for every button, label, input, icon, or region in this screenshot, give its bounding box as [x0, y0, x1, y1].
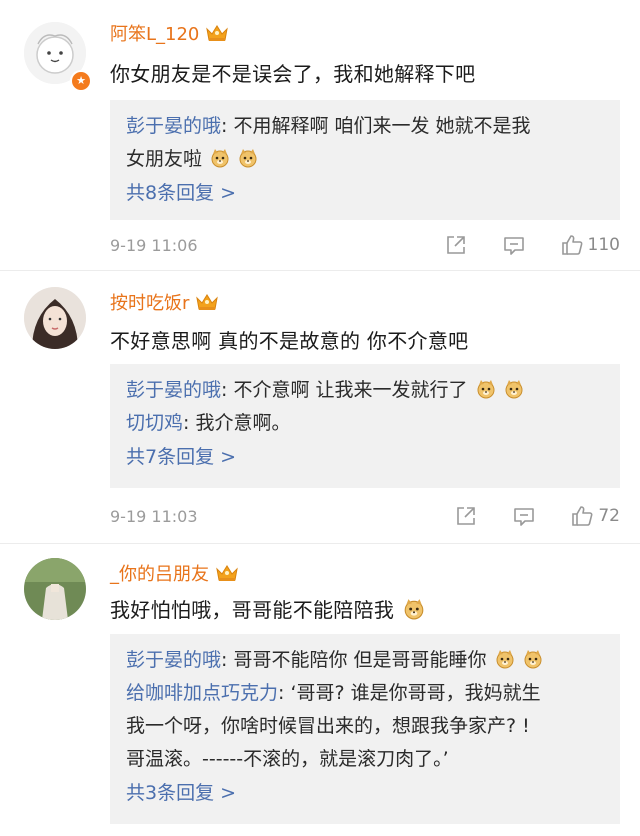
avatar[interactable] [24, 287, 86, 349]
username-text[interactable]: 按时吃饭r [110, 289, 189, 315]
doge-emoji-icon [210, 148, 230, 168]
comment-item: ★ 阿笨L_120 你女朋友是不是误会了，我和她解释下吧 彭于晏的哦: 不用解释… [0, 0, 640, 270]
reply-username[interactable]: 彭于晏的哦 [126, 379, 221, 401]
vip-crown-icon [215, 563, 239, 583]
comment-item: _你的吕朋友 我好怕怕哦，哥哥能不能陪陪我 彭于晏的哦: 哥哥不能陪你 但是哥哥… [0, 544, 640, 836]
reply-line: 给咖啡加点巧克力: ‘哥哥? 谁是你哥哥，我妈就生 [126, 682, 541, 704]
reply-text: 哥温滚。------不滚的，就是滚刀肉了。’ [126, 748, 449, 770]
like-button[interactable]: 110 [560, 233, 620, 257]
reply-line: 女朋友啦 [126, 143, 604, 176]
comment-text: 你女朋友是不是误会了，我和她解释下吧 [110, 62, 476, 86]
doge-emoji-icon [403, 598, 425, 620]
timestamp: 9-19 11:03 [110, 506, 198, 526]
comment-text: 不好意思啊 真的不是故意的 你不介意吧 [110, 329, 469, 353]
comment-text: 我好怕怕哦，哥哥能不能陪陪我 [110, 594, 630, 623]
reply-username[interactable]: 彭于晏的哦 [126, 649, 221, 671]
more-replies-link[interactable]: 共8条回复 > [126, 176, 604, 210]
more-replies-link[interactable]: 共3条回复 > [126, 776, 604, 810]
reply-username[interactable]: 给咖啡加点巧克力 [126, 682, 278, 704]
timestamp: 9-19 11:06 [110, 235, 198, 255]
comment-item: 按时吃饭r 不好意思啊 真的不是故意的 你不介意吧 彭于晏的哦: 不介意啊 让我… [0, 271, 640, 543]
comment-icon [502, 233, 526, 257]
reply-line: 彭于晏的哦: 不介意啊 让我来一发就行了 [126, 374, 604, 407]
vip-crown-icon [195, 292, 219, 312]
reply-username[interactable]: 彭于晏的哦 [126, 115, 221, 137]
comment-meta: 9-19 11:06 110 [110, 233, 620, 257]
reply-username[interactable]: 切切鸡 [126, 412, 183, 434]
thumb-up-icon [570, 504, 594, 528]
reply-line: 我一个呀，你啥时候冒出来的，想跟我争家产? ! [126, 710, 604, 743]
share-button[interactable] [444, 233, 468, 257]
reply-text: ‘哥哥? 谁是你哥哥，我妈就生 [290, 682, 541, 704]
comment-meta: 9-19 11:03 72 [110, 504, 620, 528]
share-button[interactable] [454, 504, 478, 528]
reply-box[interactable]: 彭于晏的哦: 不用解释啊 咱们来一发 她就不是我 女朋友啦 共8条回复 > [110, 100, 620, 220]
share-icon [444, 233, 468, 257]
doge-emoji-icon [495, 649, 515, 669]
reply-text: 我一个呀，你啥时候冒出来的，想跟我争家产? ! [126, 715, 530, 737]
reply-line: 彭于晏的哦: 哥哥不能陪你 但是哥哥能睡你 [126, 644, 604, 677]
avatar[interactable] [24, 558, 86, 620]
username[interactable]: 按时吃饭r [110, 289, 219, 315]
reply-box[interactable]: 彭于晏的哦: 哥哥不能陪你 但是哥哥能睡你 给咖啡加点巧克力: ‘哥哥? 谁是你… [110, 634, 620, 824]
verified-badge-icon: ★ [70, 70, 92, 92]
reply-button[interactable] [512, 504, 536, 528]
username[interactable]: 阿笨L_120 [110, 20, 229, 46]
more-replies-link[interactable]: 共7条回复 > [126, 440, 604, 474]
like-count: 72 [598, 506, 620, 526]
reply-line: 彭于晏的哦: 不用解释啊 咱们来一发 她就不是我 [126, 115, 531, 137]
reply-line: 哥温滚。------不滚的，就是滚刀肉了。’ [126, 743, 604, 776]
doge-emoji-icon [238, 148, 258, 168]
reply-text: 不用解释啊 咱们来一发 她就不是我 [233, 115, 531, 137]
share-icon [454, 504, 478, 528]
reply-button[interactable] [502, 233, 526, 257]
doge-emoji-icon [504, 379, 524, 399]
comment-icon [512, 504, 536, 528]
username[interactable]: _你的吕朋友 [110, 560, 239, 586]
reply-text: 哥哥不能陪你 但是哥哥能睡你 [233, 649, 487, 671]
username-text[interactable]: 阿笨L_120 [110, 20, 199, 46]
reply-box[interactable]: 彭于晏的哦: 不介意啊 让我来一发就行了 切切鸡: 我介意啊。 共7条回复 > [110, 364, 620, 488]
vip-crown-icon [205, 23, 229, 43]
like-count: 110 [587, 235, 620, 255]
doge-emoji-icon [523, 649, 543, 669]
reply-text: 我介意啊。 [195, 412, 291, 434]
reply-text: 女朋友啦 [126, 148, 203, 170]
doge-emoji-icon [476, 379, 496, 399]
reply-text: 不介意啊 让我来一发就行了 [233, 379, 468, 401]
username-text[interactable]: _你的吕朋友 [110, 560, 209, 586]
like-button[interactable]: 72 [570, 504, 620, 528]
thumb-up-icon [560, 233, 584, 257]
reply-line: 切切鸡: 我介意啊。 [126, 412, 291, 434]
